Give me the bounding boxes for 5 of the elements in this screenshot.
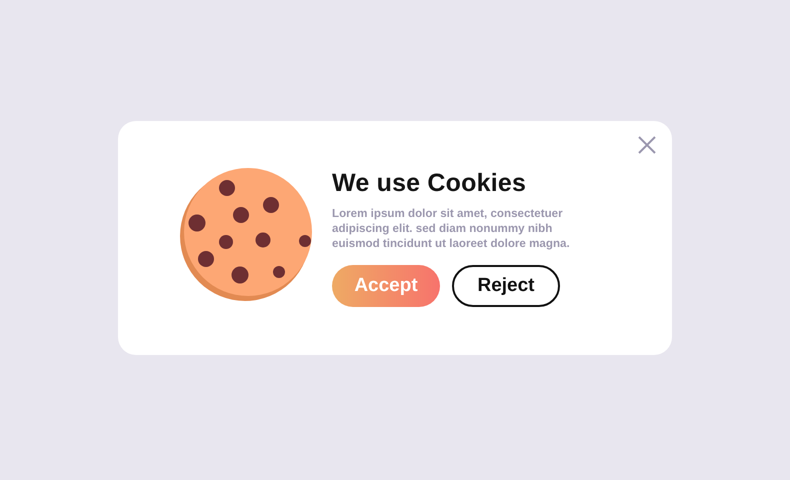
close-icon[interactable] <box>638 136 656 154</box>
cookie-icon <box>180 167 314 303</box>
dialog-title: We use Cookies <box>332 169 528 198</box>
cookie-message: Lorem ipsum dolor sit amet, consectetuer adipiscing elit. sed diam nonummy nibh euismod tincidunt ut laoreet dolore magna. <box>332 206 571 251</box>
reject-button[interactable]: Reject <box>452 265 560 307</box>
